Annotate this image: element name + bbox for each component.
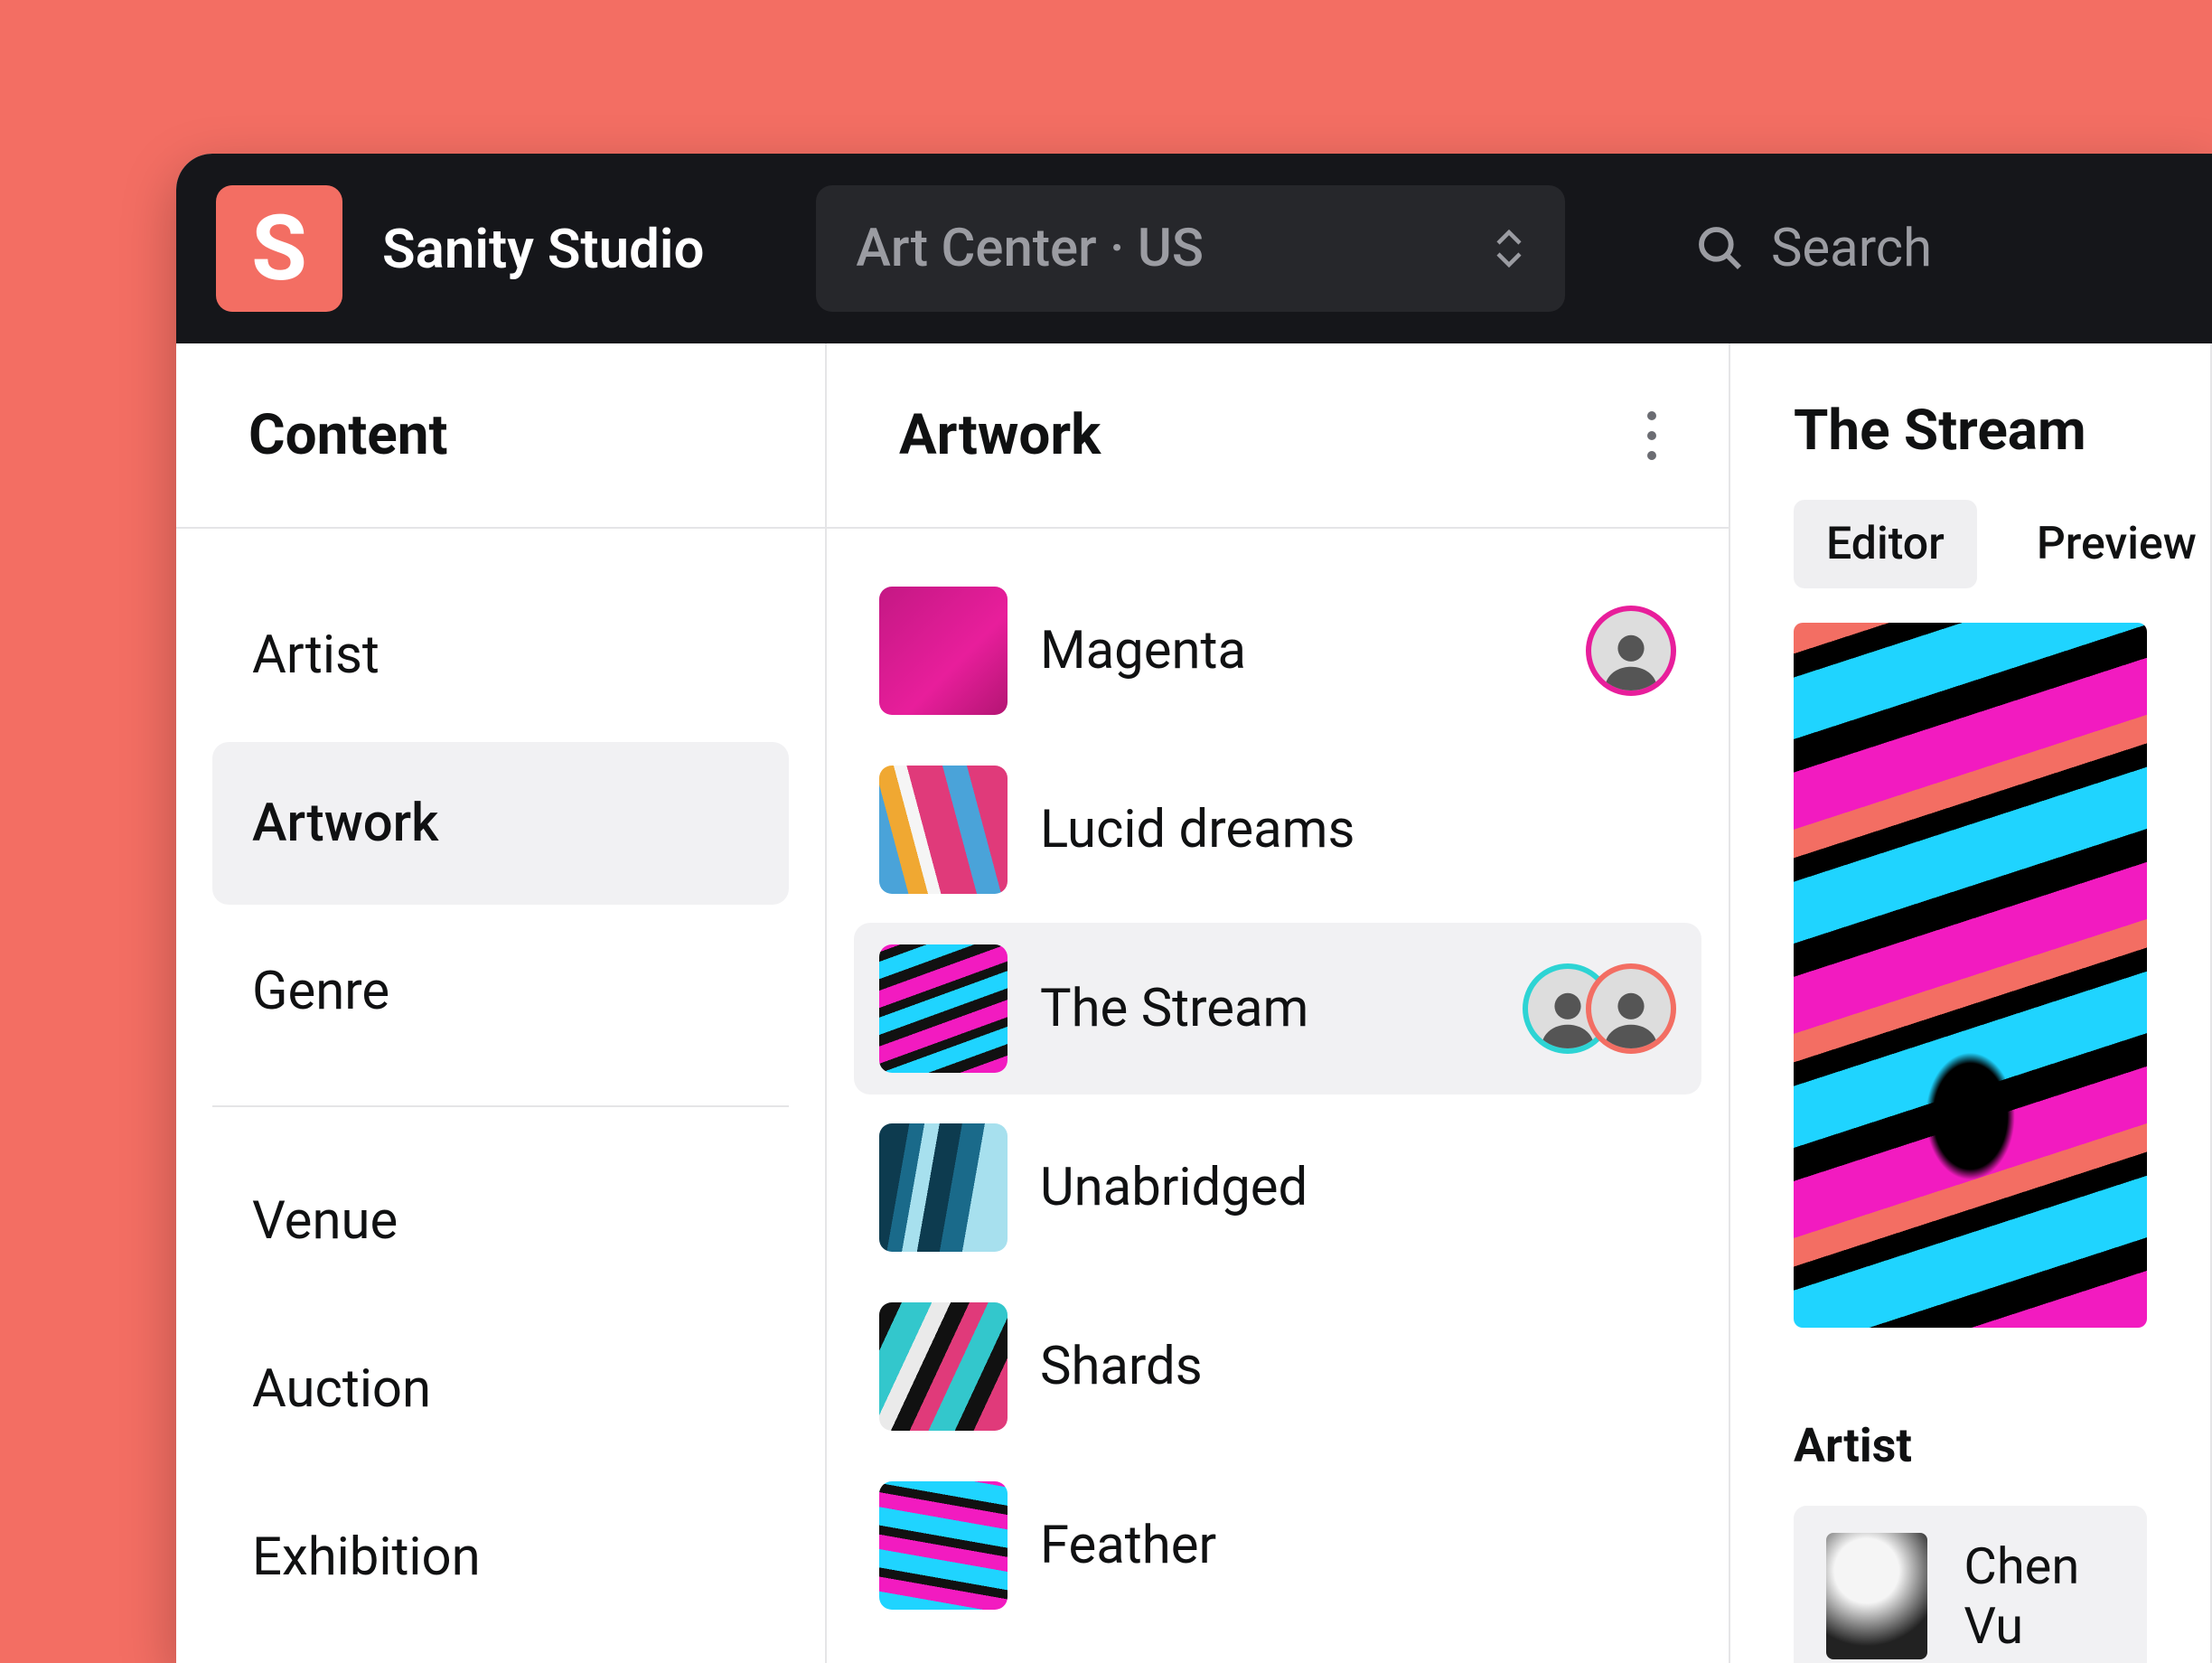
- artwork-thumbnail: [879, 766, 1008, 894]
- nav-item-exhibition[interactable]: Exhibition: [212, 1476, 789, 1639]
- app-name: Sanity Studio: [382, 217, 704, 281]
- artwork-label: Shards: [1040, 1336, 1676, 1397]
- sanity-logo[interactable]: S: [216, 185, 342, 312]
- tab-editor[interactable]: Editor: [1794, 500, 1977, 588]
- content-header: Content: [176, 343, 825, 529]
- artwork-label: Magenta: [1040, 620, 1580, 681]
- artist-section-label: Artist: [1794, 1418, 2147, 1473]
- workspace-picker[interactable]: Art Center · US: [816, 185, 1565, 312]
- artwork-label: Lucid dreams: [1040, 799, 1676, 860]
- chevron-up-down-icon: [1493, 229, 1525, 268]
- app-body: Content Artist Artwork Genre Venue Aucti…: [176, 343, 2212, 1663]
- artwork-item[interactable]: Feather: [854, 1460, 1701, 1631]
- artwork-header: Artwork: [827, 343, 1729, 529]
- avatar-stack: [1550, 963, 1676, 1054]
- logo-letter: S: [251, 196, 307, 302]
- artwork-thumbnail: [879, 944, 1008, 1073]
- artist-card[interactable]: Chen Vu: [1794, 1506, 2147, 1663]
- user-avatar: [1586, 606, 1676, 696]
- artwork-label: Feather: [1040, 1515, 1676, 1576]
- search-button[interactable]: Search: [1695, 218, 1932, 279]
- nav-item-artwork[interactable]: Artwork: [212, 742, 789, 905]
- tab-preview[interactable]: Preview: [2004, 500, 2212, 588]
- nav-divider: [212, 1105, 789, 1107]
- artwork-hero-image: [1794, 623, 2147, 1328]
- kebab-icon[interactable]: [1647, 411, 1656, 460]
- detail-column: The Stream Editor Preview Artist Chen Vu: [1730, 343, 2212, 1663]
- artwork-item[interactable]: Shards: [854, 1281, 1701, 1452]
- detail-tabs: Editor Preview: [1794, 500, 2147, 588]
- avatar-stack: [1613, 606, 1676, 696]
- artwork-thumbnail: [879, 587, 1008, 715]
- nav-item-auction[interactable]: Auction: [212, 1308, 789, 1470]
- app-header: S Sanity Studio Art Center · US Search: [176, 154, 2212, 343]
- artwork-item[interactable]: Magenta: [854, 565, 1701, 737]
- artwork-label: Unabridged: [1040, 1157, 1676, 1218]
- workspace-label: Art Center · US: [856, 218, 1204, 279]
- artwork-label: The Stream: [1040, 978, 1517, 1039]
- user-avatar: [1586, 963, 1676, 1054]
- artist-photo: [1826, 1533, 1927, 1659]
- nav-item-venue[interactable]: Venue: [212, 1140, 789, 1302]
- artist-name: Chen Vu: [1964, 1536, 2114, 1656]
- artwork-item[interactable]: Unabridged: [854, 1102, 1701, 1273]
- artwork-title: Artwork: [899, 402, 1101, 468]
- app-window: S Sanity Studio Art Center · US Search: [176, 154, 2212, 1663]
- content-title: Content: [248, 402, 448, 468]
- artwork-thumbnail: [879, 1123, 1008, 1252]
- artwork-item[interactable]: The Stream: [854, 923, 1701, 1095]
- nav-item-artist[interactable]: Artist: [212, 574, 789, 737]
- artwork-list: Magenta Lucid dreams The Stream Unabridged S…: [827, 529, 1729, 1663]
- artwork-column: Artwork Magenta Lucid dreams The Stream Una…: [827, 343, 1730, 1663]
- search-icon: [1695, 223, 1746, 274]
- artwork-item[interactable]: Lucid dreams: [854, 744, 1701, 916]
- search-placeholder: Search: [1771, 218, 1932, 279]
- detail-title: The Stream: [1794, 398, 2147, 464]
- content-column: Content Artist Artwork Genre Venue Aucti…: [176, 343, 827, 1663]
- content-nav: Artist Artwork Genre Venue Auction Exhib…: [176, 529, 825, 1663]
- nav-item-genre[interactable]: Genre: [212, 910, 789, 1073]
- artwork-thumbnail: [879, 1302, 1008, 1431]
- artwork-thumbnail: [879, 1481, 1008, 1610]
